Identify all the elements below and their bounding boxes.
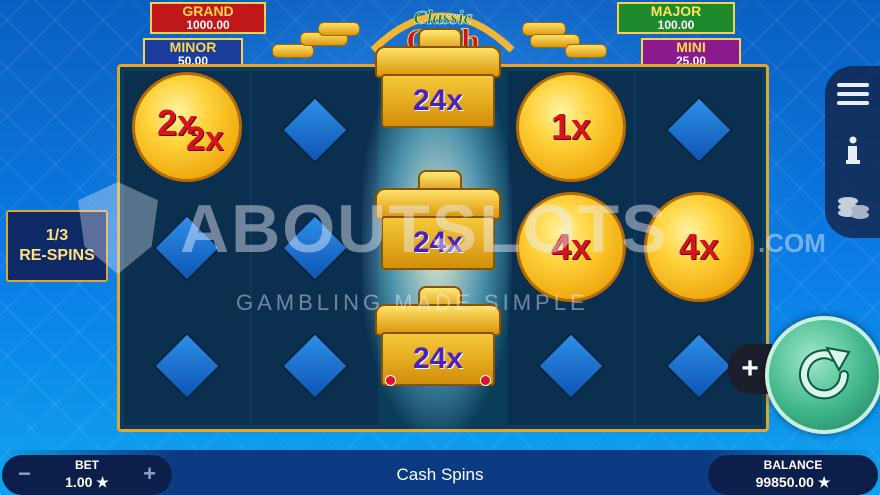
balance-value: 99850.00 ★ [755, 474, 831, 490]
diamond-symbol [667, 98, 731, 162]
coin-multiplier-overlay: 2x [186, 120, 224, 158]
refresh-icon [799, 346, 851, 400]
minor-label: MINOR [169, 39, 217, 55]
cash-coin: 4x [516, 192, 626, 302]
golden-pot: 24x [375, 170, 501, 280]
pot-band: 24x [381, 332, 495, 386]
coin-multiplier: 4x [678, 226, 720, 267]
major-label: MAJOR [650, 3, 702, 19]
reel-cell [508, 307, 634, 425]
grand-label: GRAND [182, 3, 234, 19]
bet-panel: − BET 1.00 ★ + [2, 455, 172, 495]
diamond-symbol [539, 334, 603, 398]
cash-coin: 4x [644, 192, 754, 302]
coin-multiplier: 4x [550, 226, 592, 267]
spin-button[interactable] [765, 316, 880, 434]
respins-counter: 1/3 RE-SPINS [6, 210, 108, 282]
pot-multiplier: 24x [412, 84, 464, 117]
menu-icon[interactable] [835, 76, 871, 112]
coin-multiplier: 1x [550, 106, 592, 147]
diamond-symbol [283, 334, 347, 398]
respins-count: 1/3 [45, 227, 69, 244]
diamond-symbol [283, 216, 347, 280]
grand-jackpot: GRAND 1000.00 [150, 2, 266, 34]
pot-band: 24x [381, 74, 495, 128]
cash-coin: 1x [516, 72, 626, 182]
reel-cell [252, 189, 378, 307]
diamond-symbol [155, 334, 219, 398]
side-menu [825, 66, 880, 238]
coin-stack-decoration [272, 44, 314, 58]
status-message: Cash Spins [396, 465, 484, 484]
grand-value: 1000.00 [186, 18, 230, 32]
major-jackpot: MAJOR 100.00 [617, 2, 735, 34]
diamond-symbol [667, 334, 731, 398]
balance-label: BALANCE [763, 458, 823, 472]
reel-cell [252, 307, 378, 425]
reel-cell [636, 71, 762, 189]
diamond-symbol [155, 216, 219, 280]
reel-cell [252, 71, 378, 189]
pot-gem [480, 375, 491, 386]
info-icon[interactable] [835, 132, 871, 168]
bet-decrease-button[interactable]: − [18, 461, 31, 487]
major-value: 100.00 [657, 18, 695, 32]
balance-panel: BALANCE 99850.00 ★ [708, 455, 878, 495]
reel-cell [124, 307, 250, 425]
mini-label: MINI [676, 39, 706, 55]
pot-multiplier: 24x [412, 342, 464, 375]
coin-stack-decoration [318, 22, 360, 36]
pot-gem [385, 375, 396, 386]
pot-multiplier: 24x [412, 226, 464, 259]
chips-icon[interactable] [835, 190, 871, 226]
respins-label: RE-SPINS [19, 247, 95, 264]
golden-pot: 24x [375, 28, 501, 138]
reel-cell [124, 189, 250, 307]
diamond-symbol [283, 98, 347, 162]
bet-increase-button[interactable]: + [143, 461, 156, 487]
golden-pot: 24x [375, 286, 501, 396]
coin-stack-decoration [565, 44, 607, 58]
pot-band: 24x [381, 216, 495, 270]
